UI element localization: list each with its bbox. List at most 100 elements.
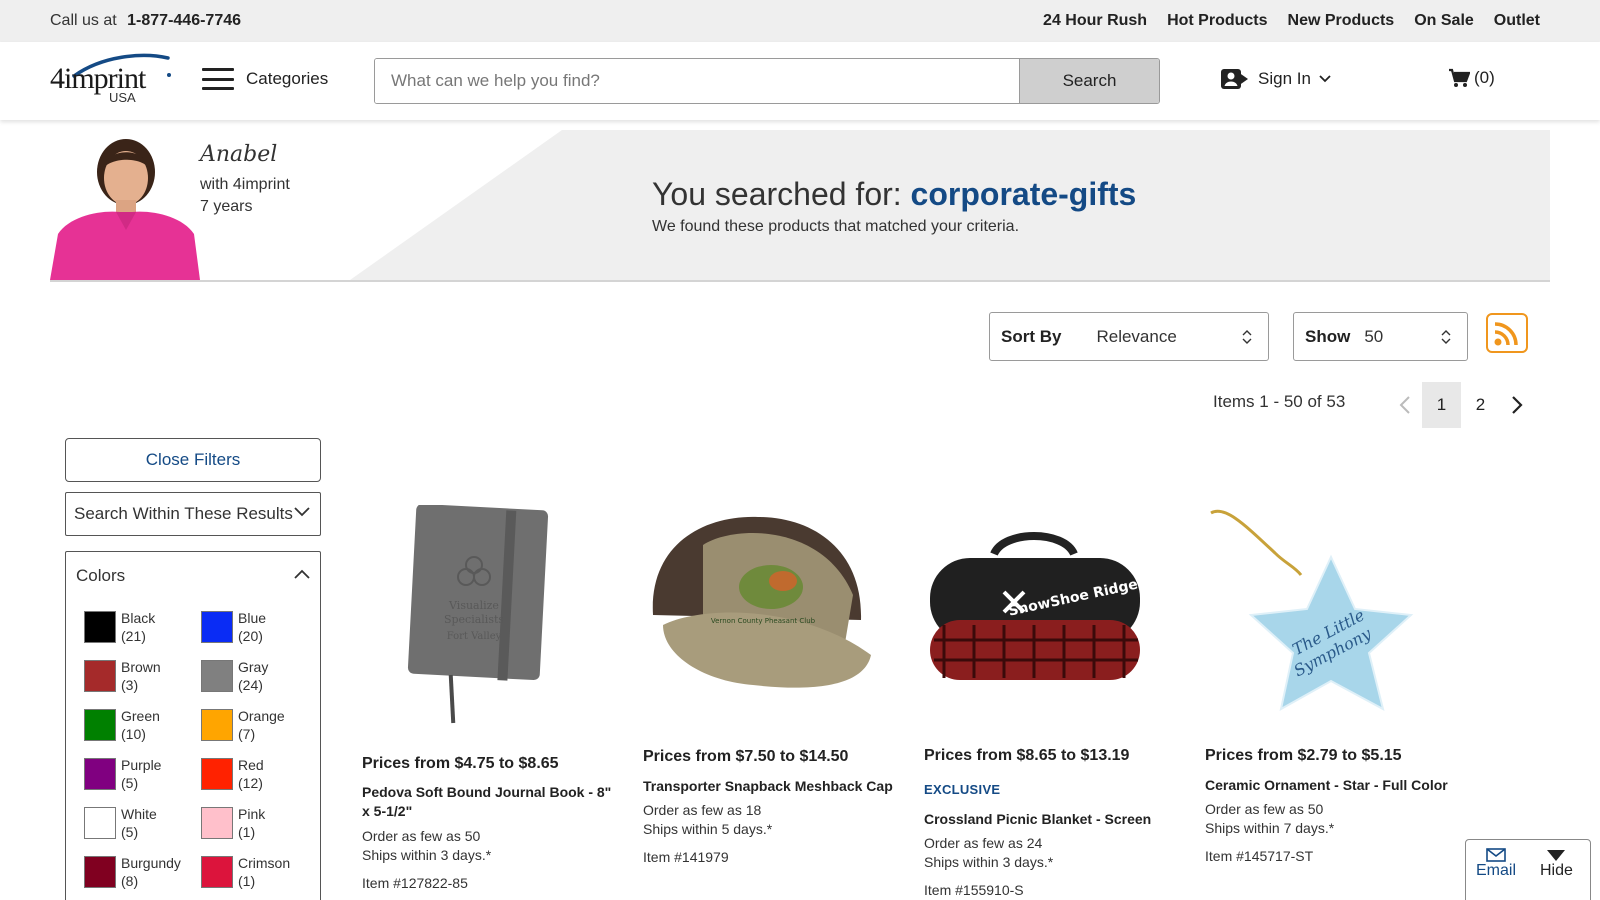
product-item-number: Item #155910-S xyxy=(924,882,1024,898)
color-filter-green[interactable]: Green (10) xyxy=(84,707,201,743)
color-filter-orange[interactable]: Orange (7) xyxy=(201,707,318,743)
product-name[interactable]: Crossland Picnic Blanket - Screen xyxy=(924,810,1184,829)
color-filter-white[interactable]: White (5) xyxy=(84,805,201,841)
cart[interactable]: (0) xyxy=(1448,68,1495,88)
svg-text:Vernon County Pheasant Club: Vernon County Pheasant Club xyxy=(711,617,816,625)
sign-in-menu[interactable]: Sign In xyxy=(1220,68,1331,90)
colors-filter-title[interactable]: Colors xyxy=(76,566,125,586)
search-within-results[interactable]: Search Within These Results xyxy=(65,492,321,536)
product-image[interactable]: The Little Symphony xyxy=(1205,505,1435,730)
color-filter-gray[interactable]: Gray (24) xyxy=(201,658,318,694)
color-count: (3) xyxy=(121,677,139,693)
product-name[interactable]: Pedova Soft Bound Journal Book - 8" x 5-… xyxy=(362,783,622,821)
logo-region: USA xyxy=(109,90,136,105)
color-name: Purple xyxy=(121,757,162,773)
color-filter-pink[interactable]: Pink (1) xyxy=(201,805,318,841)
product-min-order: Order as few as 50 xyxy=(362,828,481,844)
color-filter-purple[interactable]: Purple (5) xyxy=(84,756,201,792)
chevron-left-icon xyxy=(1399,396,1410,414)
email-button[interactable]: Email xyxy=(1476,848,1516,880)
cart-count: (0) xyxy=(1474,68,1495,87)
product-image[interactable]: Visualize Specialists Fort Valley xyxy=(362,505,562,735)
color-name: Red xyxy=(238,757,264,773)
color-name: Orange xyxy=(238,708,285,724)
search-input[interactable] xyxy=(375,59,1019,103)
color-filter-brown[interactable]: Brown (3) xyxy=(84,658,201,694)
email-label: Email xyxy=(1476,862,1517,879)
link-outlet[interactable]: Outlet xyxy=(1494,12,1540,30)
items-count: Items 1 - 50 of 53 xyxy=(1213,392,1346,411)
color-filter-text: Red (12) xyxy=(238,756,264,792)
next-page-button[interactable] xyxy=(1500,382,1534,428)
search-term: corporate-gifts xyxy=(910,176,1137,212)
close-filters-button[interactable]: Close Filters xyxy=(65,438,321,482)
link-hot-products[interactable]: Hot Products xyxy=(1167,12,1267,30)
product-min-order: Order as few as 18 xyxy=(643,802,762,818)
site-header: 4imprint USA Categories Search Sign In (… xyxy=(0,42,1600,120)
color-swatch xyxy=(201,856,233,888)
select-arrows-icon xyxy=(1242,330,1252,344)
product-name[interactable]: Transporter Snapback Meshback Cap xyxy=(643,777,903,796)
color-filter-crimson[interactable]: Crimson (1) xyxy=(201,854,318,890)
show-select[interactable]: Show 50 xyxy=(1293,312,1468,361)
color-filter-burgundy[interactable]: Burgundy (8) xyxy=(84,854,201,890)
rep-tenure: with 4imprint 7 years xyxy=(200,174,290,218)
sort-value: Relevance xyxy=(1096,326,1177,346)
rss-icon xyxy=(1494,322,1518,346)
rss-button[interactable] xyxy=(1486,313,1528,353)
product-image[interactable]: SnowShoe Ridge xyxy=(924,530,1144,700)
color-filter-black[interactable]: Black (21) xyxy=(84,609,201,645)
categories-menu[interactable]: Categories xyxy=(202,68,328,90)
logo[interactable]: 4imprint USA xyxy=(50,52,172,112)
page-1-button[interactable]: 1 xyxy=(1422,382,1461,428)
color-count: (8) xyxy=(121,873,139,889)
product-ship-time: Ships within 3 days.* xyxy=(362,847,492,863)
product-min-order: Order as few as 50 xyxy=(1205,801,1324,817)
product-price: Prices from $8.65 to $13.19 xyxy=(924,747,1130,764)
product-card[interactable]: SnowShoe Ridge Prices from $8.65 to $13.… xyxy=(924,530,1184,900)
color-count: (5) xyxy=(121,824,139,840)
color-name: Blue xyxy=(238,610,267,626)
color-name: Burgundy xyxy=(121,855,181,871)
phone-number[interactable]: 1-877-446-7746 xyxy=(127,12,241,29)
color-filter-text: Crimson (1) xyxy=(238,854,290,890)
product-price: Prices from $2.79 to $5.15 xyxy=(1205,747,1402,764)
sort-select[interactable]: Sort By Relevance xyxy=(989,312,1269,361)
rep-years: 7 years xyxy=(200,198,253,215)
color-count: (1) xyxy=(238,824,256,840)
color-swatch-grid: Black (21) Blue (20) Brown (3) Gray (24) Green (1… xyxy=(84,609,318,890)
product-card[interactable]: Visualize Specialists Fort Valley Prices… xyxy=(362,505,622,900)
utility-links: 24 Hour Rush Hot Products New Products O… xyxy=(1043,12,1540,30)
page-2-button[interactable]: 2 xyxy=(1461,382,1500,428)
product-image[interactable]: Vernon County Pheasant Club xyxy=(643,505,873,715)
product-name[interactable]: Ceramic Ornament - Star - Full Color xyxy=(1205,776,1465,795)
color-filter-text: Purple (5) xyxy=(121,756,161,792)
color-swatch xyxy=(201,660,233,692)
show-label: Show xyxy=(1305,326,1351,346)
link-on-sale[interactable]: On Sale xyxy=(1414,12,1474,30)
color-swatch xyxy=(84,807,116,839)
color-swatch xyxy=(84,611,116,643)
color-filter-blue[interactable]: Blue (20) xyxy=(201,609,318,645)
color-filter-text: Burgundy (8) xyxy=(121,854,181,890)
link-24-hour-rush[interactable]: 24 Hour Rush xyxy=(1043,12,1147,30)
prev-page-button[interactable] xyxy=(1388,382,1422,428)
color-count: (24) xyxy=(238,677,263,693)
hamburger-icon xyxy=(202,68,234,90)
product-card[interactable]: Vernon County Pheasant Club Prices from … xyxy=(643,505,903,865)
link-new-products[interactable]: New Products xyxy=(1288,12,1395,30)
color-filter-red[interactable]: Red (12) xyxy=(201,756,318,792)
call-label: Call us at xyxy=(50,12,117,29)
sort-label: Sort By xyxy=(1001,326,1062,346)
cart-icon xyxy=(1449,68,1470,87)
product-card[interactable]: The Little Symphony Prices from $2.79 to… xyxy=(1205,505,1465,865)
chevron-up-icon[interactable] xyxy=(294,569,310,579)
chevron-down-icon xyxy=(294,507,310,517)
rep-name: Anabel xyxy=(200,142,278,167)
chevron-right-icon xyxy=(1512,396,1523,414)
rep-company: with 4imprint xyxy=(200,176,290,193)
colors-filter-panel: Colors Black (21) Blue (20) Brown (3) Gray (24)… xyxy=(65,551,321,900)
hide-button[interactable]: Hide xyxy=(1540,848,1573,880)
color-count: (10) xyxy=(121,726,146,742)
search-button[interactable]: Search xyxy=(1019,59,1159,103)
